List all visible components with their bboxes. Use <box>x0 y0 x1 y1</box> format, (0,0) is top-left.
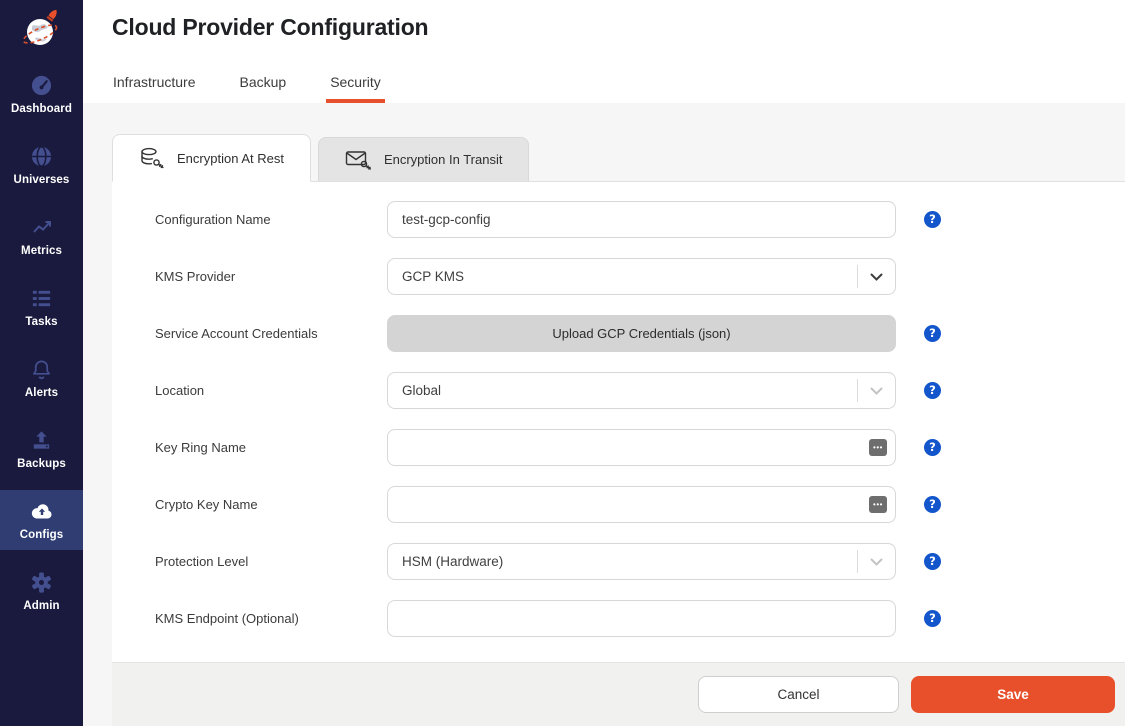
kms-provider-value: GCP KMS <box>402 269 857 284</box>
subtab-encryption-at-rest[interactable]: Encryption At Rest <box>112 134 311 182</box>
globe-icon <box>30 145 54 169</box>
page-header: Cloud Provider Configuration Infrastruct… <box>83 0 1125 103</box>
protection-level-value: HSM (Hardware) <box>402 554 857 569</box>
top-tab-bar: Infrastructure Backup Security <box>112 74 382 103</box>
form-row: KMS Provider GCP KMS <box>155 258 1125 295</box>
sidebar-item-dashboard[interactable]: Dashboard <box>0 64 83 124</box>
app-logo[interactable] <box>0 0 83 64</box>
key-ring-name-input[interactable] <box>387 429 896 466</box>
cancel-button[interactable]: Cancel <box>698 676 899 713</box>
kms-provider-select[interactable]: GCP KMS <box>387 258 896 295</box>
sidebar-item-universes[interactable]: Universes <box>0 135 83 195</box>
security-tab-content: Encryption At Rest Encryption In Transit… <box>83 103 1125 726</box>
sidebar-item-label: Dashboard <box>11 103 72 115</box>
help-icon[interactable]: ? <box>924 439 941 456</box>
upload-drive-icon <box>30 429 54 453</box>
sidebar-item-backups[interactable]: Backups <box>0 419 83 479</box>
main-area: Cloud Provider Configuration Infrastruct… <box>83 0 1125 726</box>
sidebar-item-label: Admin <box>23 600 59 612</box>
chart-icon <box>30 216 54 240</box>
location-select[interactable]: Global <box>387 372 896 409</box>
sidebar-item-label: Alerts <box>25 387 58 399</box>
location-value: Global <box>402 383 857 398</box>
subtab-label: Encryption In Transit <box>384 152 503 167</box>
chevron-down-icon <box>858 387 895 395</box>
key-ring-name-label: Key Ring Name <box>155 440 387 455</box>
kms-config-form: Configuration Name ? KMS Provider GCP KM… <box>112 182 1125 657</box>
sidebar-item-tasks[interactable]: Tasks <box>0 277 83 337</box>
form-row: Service Account Credentials Upload GCP C… <box>155 315 1125 352</box>
crypto-key-name-label: Crypto Key Name <box>155 497 387 512</box>
configuration-name-input[interactable] <box>387 201 896 238</box>
sidebar-item-admin[interactable]: Admin <box>0 561 83 621</box>
page-title: Cloud Provider Configuration <box>112 14 1125 41</box>
service-account-credentials-label: Service Account Credentials <box>155 326 387 341</box>
subtab-encryption-in-transit[interactable]: Encryption In Transit <box>318 137 530 181</box>
form-row: Configuration Name ? <box>155 201 1125 238</box>
chevron-down-icon <box>858 273 895 281</box>
list-icon <box>30 287 54 311</box>
subtab-label: Encryption At Rest <box>177 151 284 166</box>
help-icon[interactable]: ? <box>924 496 941 513</box>
mail-key-icon <box>345 149 373 171</box>
help-icon[interactable]: ? <box>924 211 941 228</box>
help-icon[interactable]: ? <box>924 325 941 342</box>
crypto-key-name-input[interactable] <box>387 486 896 523</box>
protection-level-select[interactable]: HSM (Hardware) <box>387 543 896 580</box>
ellipsis-icon[interactable]: ••• <box>869 496 887 513</box>
sidebar-item-label: Tasks <box>25 316 57 328</box>
encryption-at-rest-panel: Configuration Name ? KMS Provider GCP KM… <box>112 181 1125 726</box>
help-icon[interactable]: ? <box>924 382 941 399</box>
gear-icon <box>30 571 54 595</box>
sidebar-item-label: Backups <box>17 458 66 470</box>
bell-icon <box>30 358 54 382</box>
chevron-down-icon <box>858 558 895 566</box>
tab-infrastructure[interactable]: Infrastructure <box>112 74 196 103</box>
database-key-icon <box>139 147 166 170</box>
sidebar-item-label: Universes <box>14 174 70 186</box>
form-row: Location Global ? <box>155 372 1125 409</box>
sidebar-item-metrics[interactable]: Metrics <box>0 206 83 266</box>
help-icon[interactable]: ? <box>924 553 941 570</box>
sidebar-item-alerts[interactable]: Alerts <box>0 348 83 408</box>
sidebar-item-configs[interactable]: Configs <box>0 490 83 550</box>
form-action-bar: Cancel Save <box>112 662 1125 726</box>
location-label: Location <box>155 383 387 398</box>
configuration-name-label: Configuration Name <box>155 212 387 227</box>
tab-backup[interactable]: Backup <box>238 74 287 103</box>
planet-rocket-logo-icon <box>19 6 65 59</box>
form-row: Protection Level HSM (Hardware) ? <box>155 543 1125 580</box>
protection-level-label: Protection Level <box>155 554 387 569</box>
form-row: Key Ring Name ••• ? <box>155 429 1125 466</box>
sidebar: Dashboard Universes Metrics Tasks <box>0 0 83 726</box>
cloud-upload-icon <box>30 500 54 524</box>
gauge-icon <box>30 74 54 98</box>
encryption-subtab-bar: Encryption At Rest Encryption In Transit <box>83 134 1125 181</box>
help-icon[interactable]: ? <box>924 610 941 627</box>
kms-endpoint-label: KMS Endpoint (Optional) <box>155 611 387 626</box>
sidebar-item-label: Metrics <box>21 245 62 257</box>
tab-security[interactable]: Security <box>329 74 382 103</box>
kms-endpoint-input[interactable] <box>387 600 896 637</box>
form-row: Crypto Key Name ••• ? <box>155 486 1125 523</box>
kms-provider-label: KMS Provider <box>155 269 387 284</box>
form-row: KMS Endpoint (Optional) ? <box>155 600 1125 637</box>
sidebar-item-label: Configs <box>20 529 64 541</box>
upload-gcp-credentials-button[interactable]: Upload GCP Credentials (json) <box>387 315 896 352</box>
save-button[interactable]: Save <box>911 676 1115 713</box>
ellipsis-icon[interactable]: ••• <box>869 439 887 456</box>
